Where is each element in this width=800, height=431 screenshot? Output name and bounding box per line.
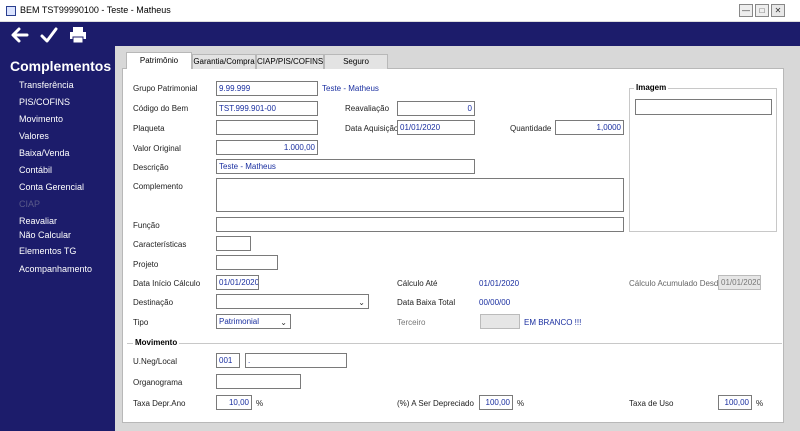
data-inicio-calculo-label: Data Início Cálculo: [133, 279, 201, 288]
taxa-depr-ano-label: Taxa Depr.Ano: [133, 399, 186, 408]
sidebar-item-transferencia[interactable]: Transferência: [19, 80, 74, 90]
imagem-input[interactable]: [635, 99, 772, 115]
movimento-group-title: Movimento: [133, 338, 180, 347]
tipo-select[interactable]: Patrimonial ⌄: [216, 314, 291, 329]
sidebar-title: Complementos: [10, 58, 112, 74]
toolbar: [0, 22, 800, 46]
tab-ciap-pis-cofins[interactable]: CIAP/PIS/COFINS: [256, 54, 324, 69]
complemento-label: Complemento: [133, 182, 183, 191]
a-ser-depreciado-unit: %: [517, 399, 525, 408]
sidebar-item-acompanhamento[interactable]: Acompanhamento: [19, 264, 92, 274]
taxa-depr-ano-unit: %: [256, 399, 264, 408]
uneg-local-label: U.Neg/Local: [133, 357, 178, 366]
calculo-acumulado-desde-input: 01/01/2020: [718, 275, 761, 290]
descricao-input[interactable]: Teste - Matheus: [216, 159, 475, 174]
tab-seguro[interactable]: Seguro: [324, 54, 388, 69]
caracteristicas-label: Características: [133, 240, 187, 249]
tipo-label: Tipo: [133, 318, 149, 327]
reavaliacao-input[interactable]: 0: [397, 101, 475, 116]
calculo-acumulado-desde-label: Cálculo Acumulado Desde: [629, 279, 723, 288]
taxa-uso-label: Taxa de Uso: [629, 399, 674, 408]
plaqueta-label: Plaqueta: [133, 124, 165, 133]
codigo-bem-input[interactable]: TST.999.901-00: [216, 101, 318, 116]
uneg-local-input[interactable]: .: [245, 353, 347, 368]
chevron-down-icon: ⌄: [358, 298, 365, 307]
tab-patrimonio[interactable]: Patrimônio: [126, 52, 192, 69]
funcao-input[interactable]: [216, 217, 624, 232]
sidebar-item-contabil[interactable]: Contábil: [19, 165, 52, 175]
reavaliacao-label: Reavaliação: [345, 104, 390, 113]
close-button[interactable]: ✕: [771, 4, 785, 17]
data-inicio-calculo-input[interactable]: 01/01/2020: [216, 275, 259, 290]
data-aquisicao-input[interactable]: 01/01/2020: [397, 120, 475, 135]
plaqueta-input[interactable]: [216, 120, 318, 135]
sidebar-item-movimento[interactable]: Movimento: [19, 114, 63, 124]
sidebar-item-ciap: CIAP: [19, 199, 41, 209]
projeto-input[interactable]: [216, 255, 278, 270]
projeto-label: Projeto: [133, 260, 159, 269]
sidebar-item-valores[interactable]: Valores: [19, 131, 49, 141]
sidebar-item-conta-gerencial[interactable]: Conta Gerencial: [19, 182, 84, 192]
a-ser-depreciado-input[interactable]: 100,00: [479, 395, 513, 410]
quantidade-label: Quantidade: [510, 124, 552, 133]
destinacao-label: Destinação: [133, 298, 174, 307]
organograma-label: Organograma: [133, 378, 183, 387]
valor-original-input[interactable]: 1.000,00: [216, 140, 318, 155]
back-arrow-icon[interactable]: [10, 25, 30, 45]
caracteristicas-input[interactable]: [216, 236, 251, 251]
tab-garantia-compra[interactable]: Garantia/Compra: [192, 54, 256, 69]
confirm-check-icon[interactable]: [39, 25, 59, 45]
taxa-uso-unit: %: [756, 399, 764, 408]
data-aquisicao-label: Data Aquisição: [345, 124, 399, 133]
valor-original-label: Valor Original: [133, 144, 181, 153]
tipo-value: Patrimonial: [219, 317, 260, 326]
maximize-button[interactable]: □: [755, 4, 769, 17]
data-baixa-total-label: Data Baixa Total: [397, 298, 456, 307]
imagem-group-title: Imagem: [634, 83, 669, 92]
sidebar-item-elementos-tg[interactable]: Elementos TG: [19, 246, 76, 256]
sidebar-item-nao-calcular[interactable]: Não Calcular: [19, 230, 71, 240]
chevron-down-icon: ⌄: [280, 318, 287, 327]
complemento-textarea[interactable]: [216, 178, 624, 212]
app-icon: [6, 6, 16, 16]
organograma-input[interactable]: [216, 374, 301, 389]
data-baixa-total-value: 00/00/00: [479, 298, 511, 307]
descricao-label: Descrição: [133, 163, 169, 172]
terceiro-status: EM BRANCO !!!: [524, 318, 582, 327]
a-ser-depreciado-label: (%) A Ser Depreciado: [397, 399, 474, 408]
grupo-patrimonial-input[interactable]: 9.99.999: [216, 81, 318, 96]
grupo-patrimonial-label: Grupo Patrimonial: [133, 84, 198, 93]
minimize-button[interactable]: —: [739, 4, 753, 17]
grupo-patrimonial-desc: Teste - Matheus: [322, 84, 379, 93]
window-title: BEM TST99990100 - Teste - Matheus: [20, 5, 171, 15]
uneg-code-input[interactable]: 001: [216, 353, 240, 368]
sidebar-item-baixa-venda[interactable]: Baixa/Venda: [19, 148, 70, 158]
destinacao-select[interactable]: ⌄: [216, 294, 369, 309]
taxa-depr-ano-input[interactable]: 10,00: [216, 395, 252, 410]
funcao-label: Função: [133, 221, 160, 230]
taxa-uso-input[interactable]: 100,00: [718, 395, 752, 410]
codigo-bem-label: Código do Bem: [133, 104, 189, 113]
quantidade-input[interactable]: 1,0000: [555, 120, 624, 135]
terceiro-input: [480, 314, 520, 329]
calculo-ate-label: Cálculo Até: [397, 279, 438, 288]
calculo-ate-value: 01/01/2020: [479, 279, 520, 288]
sidebar-item-reavaliar[interactable]: Reavaliar: [19, 216, 57, 226]
terceiro-label: Terceiro: [397, 318, 426, 327]
print-icon[interactable]: [68, 25, 88, 45]
sidebar-item-pis-cofins[interactable]: PIS/COFINS: [19, 97, 70, 107]
movimento-separator: [127, 343, 782, 344]
